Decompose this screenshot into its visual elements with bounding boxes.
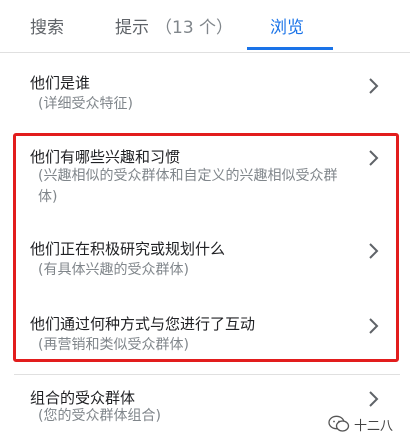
chevron-right-icon bbox=[369, 391, 379, 407]
list-item-title: 他们是谁 bbox=[30, 74, 91, 92]
watermark: 十二八 bbox=[328, 414, 393, 434]
chevron-right-icon bbox=[369, 78, 379, 94]
tab-hints[interactable]: 提示 （13 个） bbox=[115, 0, 233, 52]
tab-hints-label: 提示 bbox=[115, 18, 149, 38]
chevron-right-icon bbox=[369, 243, 379, 259]
tab-hints-count: （13 个） bbox=[155, 18, 234, 38]
list-item-description: (您的受众群体组合) bbox=[38, 408, 161, 424]
watermark-text: 十二八 bbox=[354, 418, 394, 434]
list-item-description: (详细受众特征) bbox=[38, 96, 133, 112]
tab-bar: 搜索 提示 （13 个） 浏览 bbox=[0, 0, 410, 53]
list-item-title: 组合的受众群体 bbox=[30, 389, 136, 407]
chevron-right-icon bbox=[369, 150, 379, 166]
list-item-title: 他们有哪些兴趣和习惯 bbox=[30, 148, 181, 166]
active-tab-indicator bbox=[247, 47, 333, 50]
list-item-description: (兴趣相似的受众群体和自定义的兴趣相似受众群体) bbox=[38, 168, 338, 205]
list-item-title: 他们正在积极研究或规划什么 bbox=[30, 240, 226, 258]
tab-search-label: 搜索 bbox=[30, 18, 64, 38]
tab-browse-label: 浏览 bbox=[270, 18, 304, 38]
tab-search[interactable]: 搜索 bbox=[30, 0, 64, 52]
list-item-interests-habits[interactable]: 他们有哪些兴趣和习惯 (兴趣相似的受众群体和自定义的兴趣相似受众群体) bbox=[0, 140, 410, 220]
chevron-right-icon bbox=[369, 318, 379, 334]
tab-browse[interactable]: 浏览 bbox=[270, 0, 304, 52]
divider bbox=[14, 374, 400, 375]
list-item-interactions[interactable]: 他们通过何种方式与您进行了互动 (再营销和类似受众群体) bbox=[0, 305, 410, 360]
list-item-researching-planning[interactable]: 他们正在积极研究或规划什么 (有具体兴趣的受众群体) bbox=[0, 230, 410, 290]
wechat-logo-icon bbox=[328, 415, 350, 432]
list-item-description: (再营销和类似受众群体) bbox=[38, 337, 189, 353]
list-item-title: 他们通过何种方式与您进行了互动 bbox=[30, 315, 256, 333]
list-item-who-they-are[interactable]: 他们是谁 (详细受众特征) bbox=[0, 60, 410, 130]
list-item-description: (有具体兴趣的受众群体) bbox=[38, 262, 189, 278]
